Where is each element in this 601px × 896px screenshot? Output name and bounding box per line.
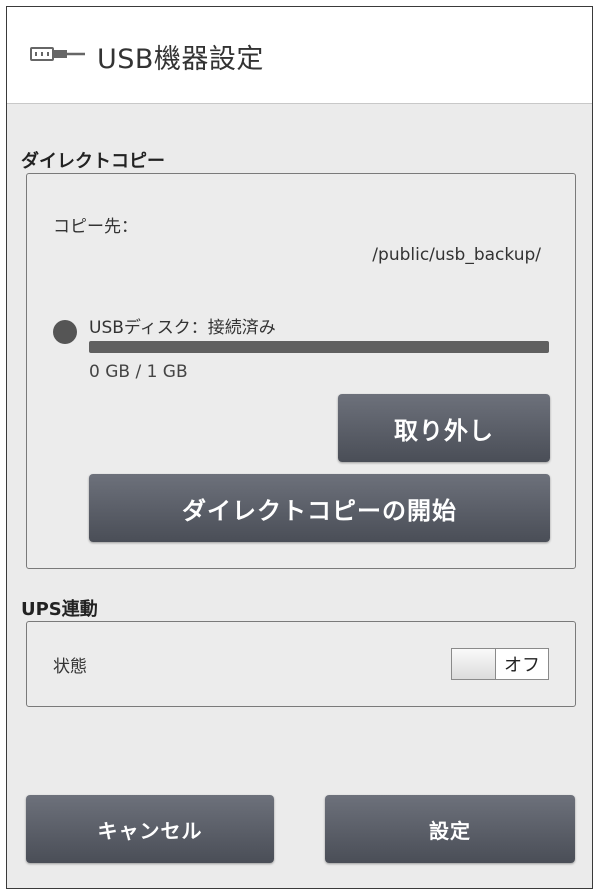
page-title: USB機器設定 <box>97 44 264 75</box>
direct-copy-panel: コピー先： /public/usb_backup/ USBディスク：接続済み 0… <box>26 173 576 569</box>
toggle-state-text: オフ <box>504 655 540 676</box>
usb-plug-icon <box>29 43 87 69</box>
ups-panel: 状態 オフ <box>26 621 576 707</box>
direct-copy-section-title: ダイレクトコピー <box>21 151 165 172</box>
remove-disk-button[interactable]: 取り外し <box>338 394 550 462</box>
copy-destination-path: /public/usb_backup/ <box>372 245 541 265</box>
ups-toggle[interactable]: オフ <box>451 648 549 680</box>
set-button[interactable]: 設定 <box>325 795 575 863</box>
ups-state-label: 状態 <box>53 657 87 677</box>
start-direct-copy-button[interactable]: ダイレクトコピーの開始 <box>89 474 550 542</box>
header-bar: USB機器設定 <box>7 7 592 104</box>
disk-usage-text: 0 GB / 1 GB <box>89 362 188 382</box>
cancel-button[interactable]: キャンセル <box>26 795 274 863</box>
ups-section-title: UPS連動 <box>21 599 98 620</box>
disk-status-text: USBディスク：接続済み <box>89 318 276 338</box>
copy-destination-label: コピー先： <box>53 217 138 237</box>
disk-usage-bar <box>89 341 549 353</box>
dialog-frame: USB機器設定 ダイレクトコピー コピー先： /public/usb_backu… <box>6 6 593 889</box>
disk-status-indicator <box>53 320 77 344</box>
toggle-knob <box>452 649 496 679</box>
